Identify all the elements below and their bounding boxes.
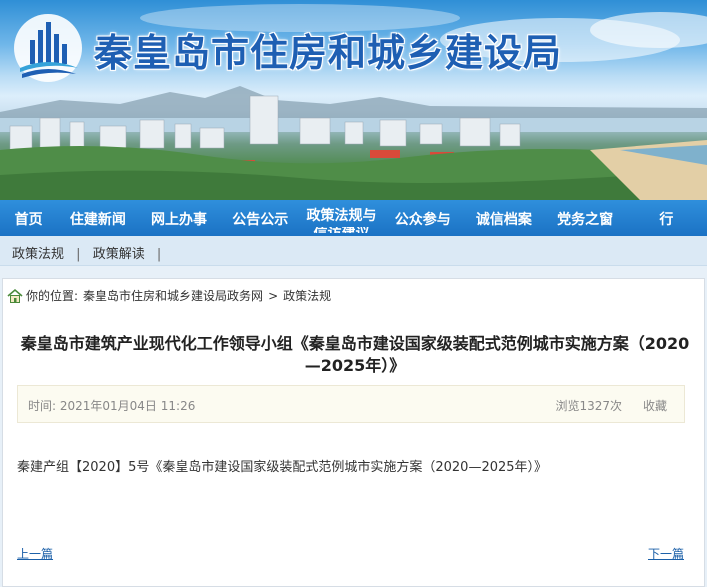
nav-item-policy-label: 政策法规与	[306, 208, 377, 224]
nav-item-more[interactable]: 行	[626, 200, 707, 236]
nav-item-party-affairs[interactable]: 党务之窗	[545, 200, 626, 236]
article-body: 秦建产组【2020】5号《秦皇岛市建设国家级装配式范例城市实施方案（2020—2…	[17, 460, 548, 475]
article-panel: 你的位置: 秦皇岛市住房和城乡建设局政务网 > 政策法规 秦皇岛市建筑产业现代化…	[2, 278, 705, 587]
nav-item-policy-sub-label: 信访建议	[301, 227, 382, 233]
breadcrumb-separator: >	[268, 288, 279, 303]
breadcrumb-link-policy[interactable]: 政策法规	[283, 287, 331, 304]
next-article-link[interactable]: 下一篇	[648, 545, 684, 562]
logo-icon	[14, 14, 82, 82]
article-meta-bar: 时间: 2021年01月04日 11:26 浏览1327次 收藏	[17, 385, 685, 423]
breadcrumb-link-home[interactable]: 秦皇岛市住房和城乡建设局政务网	[83, 287, 263, 304]
main-nav: 首页 住建新闻 网上办事 公告公示 政策法规与 信访建议 公众参与 诚信档案 党…	[0, 200, 707, 236]
favorite-button[interactable]: 收藏	[643, 397, 667, 414]
nav-item-policy[interactable]: 政策法规与 信访建议	[301, 200, 382, 236]
view-count: 浏览1327次	[555, 399, 622, 413]
subnav-item-policy-interpretation[interactable]: 政策解读	[93, 247, 145, 262]
subnav-item-policy-regulations[interactable]: 政策法规	[12, 247, 64, 262]
header-banner: 秦皇岛市住房和城乡建设局	[0, 0, 707, 200]
nav-item-public-participation[interactable]: 公众参与	[382, 200, 463, 236]
article-title: 秦皇岛市建筑产业现代化工作领导小组《秦皇岛市建设国家级装配式范例城市实施方案（2…	[20, 334, 690, 375]
nav-item-online-service[interactable]: 网上办事	[138, 200, 219, 236]
nav-item-news[interactable]: 住建新闻	[57, 200, 138, 236]
breadcrumb: 你的位置: 秦皇岛市住房和城乡建设局政务网 > 政策法规	[7, 287, 331, 304]
nav-item-home[interactable]: 首页	[0, 200, 57, 236]
publish-time: 时间: 2021年01月04日 11:26	[28, 399, 196, 413]
home-icon	[7, 288, 23, 303]
subnav-separator: |	[156, 247, 162, 262]
sub-nav: 政策法规 | 政策解读 |	[0, 236, 707, 266]
nav-item-announcements[interactable]: 公告公示	[220, 200, 301, 236]
nav-item-credit-files[interactable]: 诚信档案	[463, 200, 544, 236]
site-title: 秦皇岛市住房和城乡建设局	[94, 31, 563, 75]
breadcrumb-prefix: 你的位置:	[26, 289, 79, 303]
prev-article-link[interactable]: 上一篇	[17, 545, 53, 562]
subnav-separator: |	[76, 247, 81, 262]
